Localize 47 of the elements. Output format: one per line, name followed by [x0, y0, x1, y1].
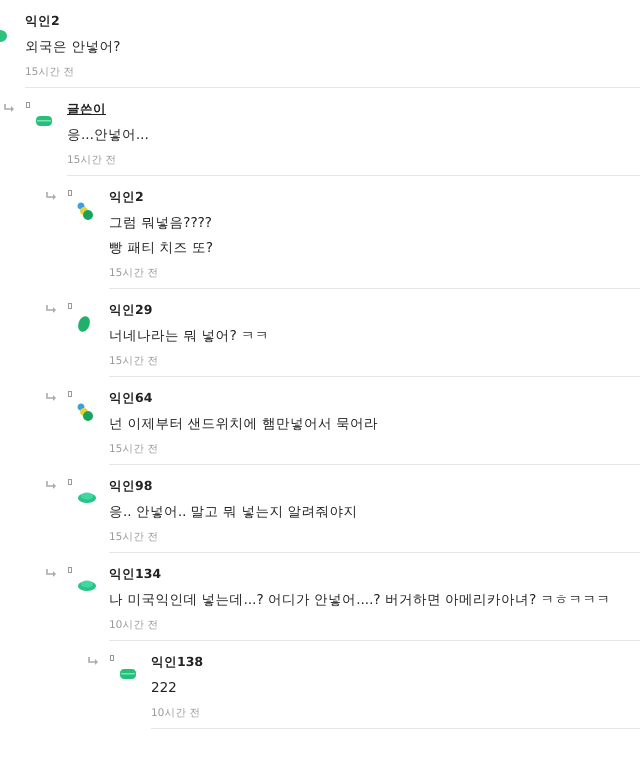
- avatar-icon: [77, 491, 97, 503]
- author-name: 익인98: [109, 477, 152, 495]
- square-icon: [68, 567, 72, 573]
- timestamp: 15시간 전: [109, 442, 159, 456]
- comment-text: 너네나라는 뭐 넣어? ㅋㅋ: [109, 327, 270, 346]
- square-icon: [68, 303, 72, 309]
- avatar-icon: [77, 315, 91, 333]
- comment-text: 외국은 안넣어?: [25, 38, 122, 57]
- timestamp: 15시간 전: [109, 354, 159, 368]
- timestamp: 15시간 전: [25, 65, 75, 79]
- author-name: 익인2: [109, 188, 144, 206]
- comment-text: 빵 패티 치즈 또?: [109, 239, 214, 258]
- author-name: 익인29: [109, 301, 152, 319]
- square-icon: [68, 190, 72, 196]
- reply-arrow-icon: [45, 568, 57, 578]
- avatar-icon: [77, 579, 97, 591]
- square-icon: [68, 391, 72, 397]
- square-icon: [26, 102, 30, 108]
- reply-arrow-icon: [3, 103, 15, 113]
- timestamp: 15시간 전: [67, 153, 117, 167]
- author-name: 익인138: [151, 653, 204, 671]
- comment-text: 응.. 안넣어.. 말고 뭐 넣는지 알려줘야지: [109, 503, 359, 522]
- timestamp: 10시간 전: [151, 706, 201, 720]
- avatar-icon: [0, 29, 7, 43]
- avatar-icon: [35, 114, 53, 128]
- author-name: 익인2: [25, 12, 60, 30]
- avatar-icon: [77, 403, 93, 423]
- avatar-icon: [119, 667, 137, 681]
- author-name: 익인64: [109, 389, 152, 407]
- comment-text: 222: [151, 679, 178, 698]
- avatar-icon: [77, 202, 93, 222]
- comment-text: 넌 이제부터 샌드위치에 햄만넣어서 묵어라: [109, 415, 380, 434]
- comment-text: 나 미국익인데 넣는데...? 어디가 안넣어....? 버거하면 아메리카아녀? ㅋㅎㅋㅋㅋ: [109, 591, 612, 610]
- reply-arrow-icon: [45, 480, 57, 490]
- square-icon: [110, 655, 114, 661]
- comment-text: 그럼 뭐넣음????: [109, 214, 213, 233]
- reply-arrow-icon: [45, 304, 57, 314]
- timestamp: 15시간 전: [109, 530, 159, 544]
- reply-arrow-icon: [45, 392, 57, 402]
- author-name: 익인134: [109, 565, 162, 583]
- comment-text: 응...안넣어...: [67, 126, 150, 145]
- reply-arrow-icon: [45, 191, 57, 201]
- reply-arrow-icon: [87, 656, 99, 666]
- author-name: 글쓴이: [67, 100, 106, 118]
- timestamp: 15시간 전: [109, 266, 159, 280]
- timestamp: 10시간 전: [109, 618, 159, 632]
- square-icon: [68, 479, 72, 485]
